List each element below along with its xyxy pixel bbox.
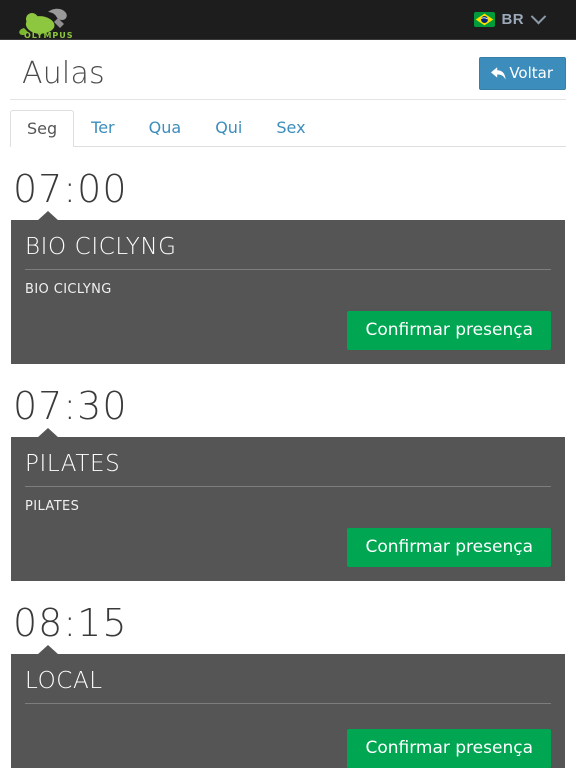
class-description: PILATES [25, 499, 80, 514]
weekday-tabs: Seg Ter Qua Qui Sex [10, 110, 566, 147]
confirm-presence-button[interactable]: Confirmar presença [347, 729, 551, 768]
schedule-slot: 07:00 BIO CICLYNG BIO CICLYNG Confirmar … [11, 147, 565, 364]
confirm-presence-button[interactable]: Confirmar presença [347, 528, 551, 567]
olympus-logo-icon: OLYMPUS [19, 8, 74, 40]
slot-time: 07:30 [13, 384, 128, 428]
class-title: LOCAL [25, 667, 551, 704]
tab-qua[interactable]: Qua [132, 109, 199, 146]
back-button[interactable]: Voltar [479, 57, 566, 90]
page-header: Aulas Voltar [10, 40, 566, 100]
language-selector[interactable]: BR [473, 8, 562, 28]
class-description: BIO CICLYNG [25, 282, 112, 297]
class-card: LOCAL Confirmar presença [11, 645, 565, 768]
tab-sex[interactable]: Sex [259, 109, 322, 146]
class-card: BIO CICLYNG BIO CICLYNG Confirmar presen… [11, 211, 565, 364]
schedule-slot: 08:15 LOCAL Confirmar presença [11, 581, 565, 768]
card-caret-icon [37, 211, 59, 221]
card-caret-icon [37, 428, 59, 438]
top-navbar: OLYMPUS BR [0, 0, 576, 40]
schedule-slot: 07:30 PILATES PILATES Confirmar presença [11, 364, 565, 581]
class-card: PILATES PILATES Confirmar presença [11, 428, 565, 581]
card-actions: Confirmar presença [25, 298, 551, 350]
tab-seg[interactable]: Seg [10, 110, 75, 147]
confirm-presence-button[interactable]: Confirmar presença [347, 311, 551, 350]
tab-ter[interactable]: Ter [74, 109, 131, 146]
class-schedule-list: 07:00 BIO CICLYNG BIO CICLYNG Confirmar … [0, 147, 576, 768]
language-label: BR [501, 11, 524, 28]
card-caret-icon [37, 645, 59, 655]
br-flag-icon [473, 12, 495, 27]
slot-time: 08:15 [13, 601, 128, 645]
back-button-label: Voltar [509, 64, 553, 82]
class-title: BIO CICLYNG [25, 233, 551, 270]
back-arrow-icon [491, 66, 506, 80]
card-actions: Confirmar presença [25, 716, 551, 768]
page-title: Aulas [22, 56, 105, 91]
class-description [25, 704, 551, 716]
card-actions: Confirmar presença [25, 515, 551, 567]
tab-qui[interactable]: Qui [198, 109, 259, 146]
class-title: PILATES [25, 450, 551, 487]
olympus-logo[interactable]: OLYMPUS [14, 0, 86, 40]
slot-time: 07:00 [13, 167, 128, 211]
chevron-down-icon[interactable] [530, 8, 547, 25]
svg-text:OLYMPUS: OLYMPUS [24, 31, 74, 40]
